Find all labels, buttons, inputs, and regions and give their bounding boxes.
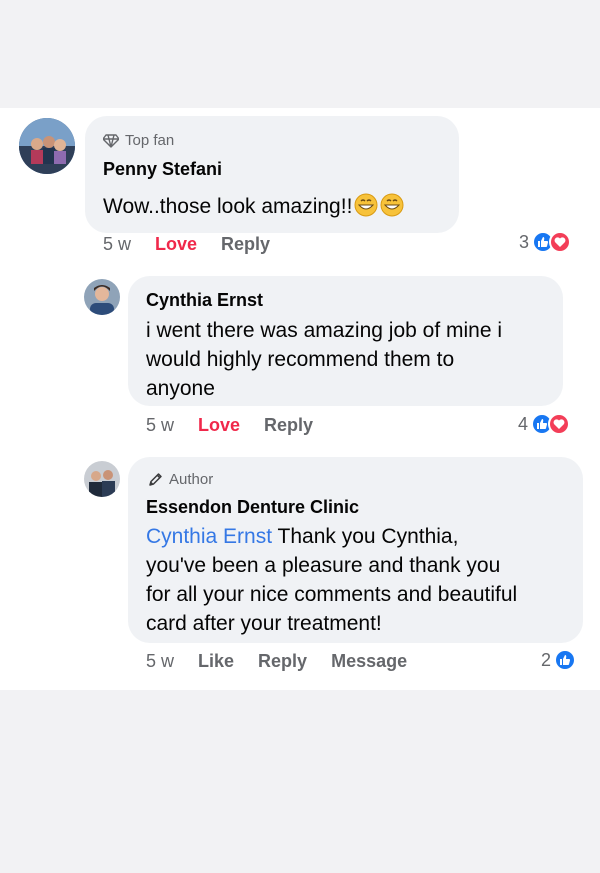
comment-text-line: card after your treatment! — [146, 612, 382, 635]
avatar-essendon-denture-clinic[interactable] — [84, 461, 120, 497]
message-button[interactable]: Message — [331, 651, 407, 672]
comment-text-line: you've been a pleasure and thank you — [146, 554, 501, 577]
comment-text-line: would highly recommend them to — [146, 348, 455, 371]
pencil-icon — [149, 473, 162, 486]
reaction-count: 4 — [518, 413, 529, 434]
comments-panel: Top fan Penny Stefani Wow..those look am… — [0, 108, 600, 690]
author-badge: Author — [148, 471, 213, 488]
comment-text: Wow..those look amazing!! — [103, 192, 404, 221]
avatar-penny-stefani[interactable] — [19, 118, 75, 174]
reaction-summary[interactable]: 2 — [541, 649, 577, 671]
comment-text-line: for all your nice comments and beautiful — [146, 583, 518, 606]
love-button[interactable]: Love — [155, 234, 197, 255]
like-reaction-icon — [554, 649, 577, 671]
comment-actions: 5 w Like Reply Message — [146, 651, 431, 672]
love-reaction-icon — [548, 413, 571, 435]
reaction-summary[interactable]: 4 — [518, 413, 571, 435]
badge-label: Top fan — [125, 132, 175, 149]
comment-text: i went there was amazing job of mine i w… — [146, 316, 502, 403]
like-button[interactable]: Like — [198, 651, 234, 672]
comment-timestamp[interactable]: 5 w — [103, 234, 131, 255]
comment-text-line: Cynthia Ernst Thank you Cynthia, — [146, 522, 517, 551]
top-fan-badge: Top fan — [103, 132, 174, 149]
comment-author[interactable]: Cynthia Ernst — [146, 290, 263, 311]
grinning-emoji-icon — [354, 193, 378, 217]
comment-actions: 5 w Love Reply — [103, 234, 294, 255]
comment-bubble: Author Essendon Denture Clinic Cynthia E… — [128, 457, 583, 643]
comment-author[interactable]: Essendon Denture Clinic — [146, 497, 359, 518]
comment-timestamp[interactable]: 5 w — [146, 651, 174, 672]
reply-button[interactable]: Reply — [258, 651, 307, 672]
love-reaction-icon — [549, 231, 572, 253]
badge-label: Author — [169, 471, 214, 488]
grinning-emoji-icon — [380, 193, 404, 217]
comment-bubble: Top fan Penny Stefani Wow..those look am… — [85, 116, 459, 233]
comment-text: Cynthia Ernst Thank you Cynthia, you've … — [146, 522, 517, 638]
comment-author[interactable]: Penny Stefani — [103, 159, 222, 180]
comment-text-line: i went there was amazing job of mine i — [146, 319, 503, 342]
reaction-count: 3 — [519, 231, 530, 252]
diamond-icon — [103, 133, 119, 148]
comment-text-content: Wow..those look amazing!! — [103, 195, 353, 218]
comment-bubble: Cynthia Ernst i went there was amazing j… — [128, 276, 563, 406]
comment-text-line: anyone — [146, 377, 215, 400]
love-button[interactable]: Love — [198, 415, 240, 436]
reply-button[interactable]: Reply — [264, 415, 313, 436]
comment-actions: 5 w Love Reply — [146, 415, 337, 436]
avatar-cynthia-ernst[interactable] — [84, 279, 120, 315]
comment-timestamp[interactable]: 5 w — [146, 415, 174, 436]
mention-link[interactable]: Cynthia Ernst — [146, 525, 272, 548]
comment-text-first: Thank you Cynthia, — [272, 525, 459, 548]
reaction-summary[interactable]: 3 — [519, 231, 572, 253]
reply-button[interactable]: Reply — [221, 234, 270, 255]
reaction-count: 2 — [541, 649, 552, 670]
